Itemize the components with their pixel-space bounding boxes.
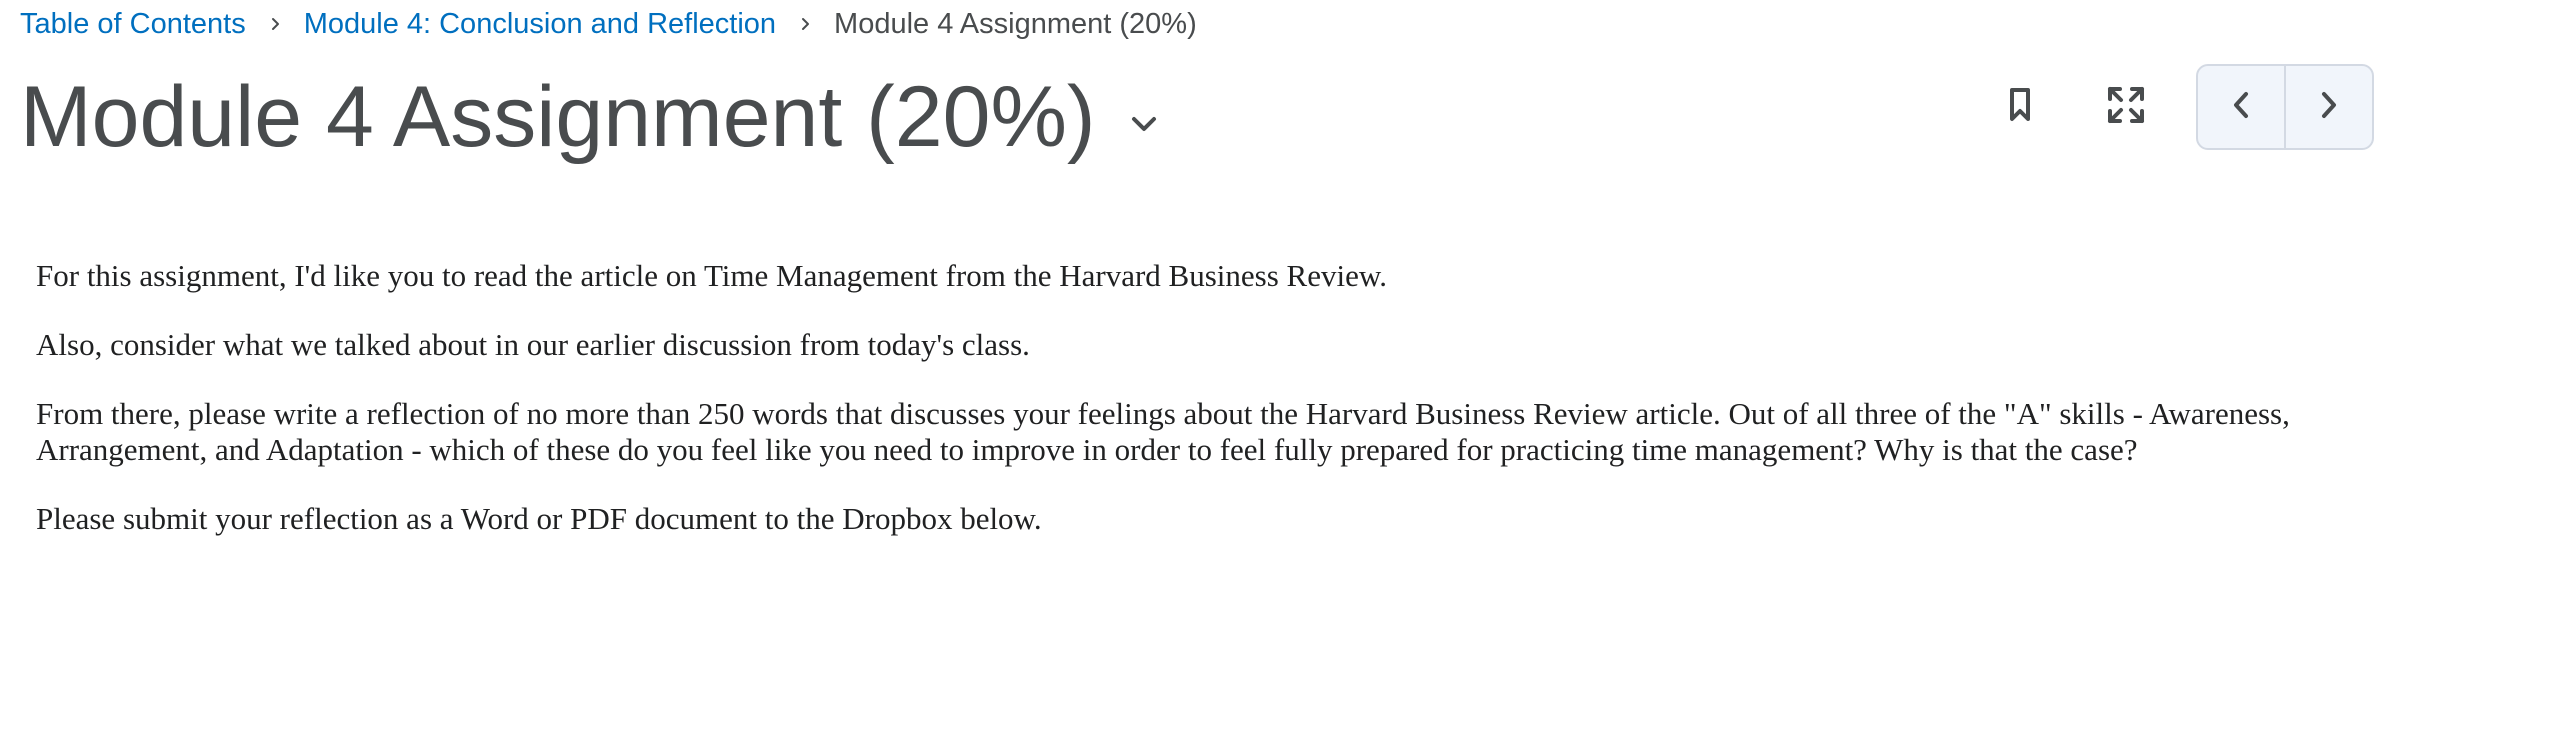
breadcrumb: Table of Contents Module 4: Conclusion a… <box>20 6 1197 42</box>
breadcrumb-table-of-contents-link[interactable]: Table of Contents <box>20 8 246 41</box>
title-row: Module 4 Assignment (20%) <box>20 62 1164 172</box>
breadcrumb-chevron-right-icon <box>798 16 814 32</box>
page-title: Module 4 Assignment (20%) <box>20 69 1096 165</box>
fullscreen-icon <box>2106 85 2146 130</box>
title-dropdown-chevron-down-icon[interactable] <box>1124 104 1164 144</box>
breadcrumb-module-link[interactable]: Module 4: Conclusion and Reflection <box>304 8 776 41</box>
content-paragraph: Also, consider what we talked about in o… <box>36 327 1030 362</box>
breadcrumb-current-page: Module 4 Assignment (20%) <box>834 7 1197 40</box>
bookmark-icon <box>2008 87 2032 128</box>
previous-topic-button[interactable] <box>2198 66 2284 148</box>
content-paragraph: Please submit your reflection as a Word … <box>36 501 1042 536</box>
fullscreen-button[interactable] <box>2096 77 2156 137</box>
content-paragraph: From there, please write a reflection of… <box>36 396 2290 467</box>
topic-navigation <box>2196 64 2374 150</box>
content-paragraph: For this assignment, I'd like you to rea… <box>36 258 1387 293</box>
chevron-left-icon <box>2231 90 2251 125</box>
chevron-right-icon <box>2319 90 2339 125</box>
breadcrumb-chevron-right-icon <box>268 16 284 32</box>
next-topic-button[interactable] <box>2284 66 2372 148</box>
bookmark-button[interactable] <box>1990 77 2050 137</box>
topic-content: For this assignment, I'd like you to rea… <box>36 258 2346 570</box>
topic-toolbar <box>1990 64 2374 150</box>
